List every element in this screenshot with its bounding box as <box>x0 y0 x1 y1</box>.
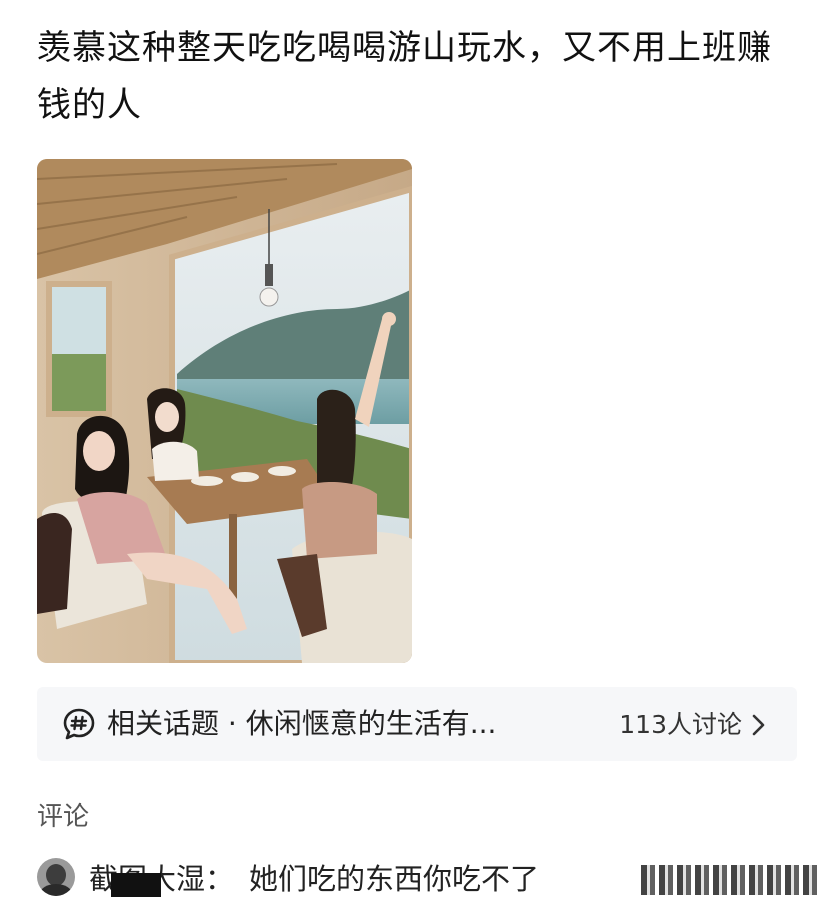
chevron-right-icon <box>752 714 765 736</box>
comment-text: 她们吃的东西你吃不了 <box>249 862 540 896</box>
discussion-count: 113人讨论 <box>619 710 742 739</box>
related-topic-bar[interactable]: 相关话题 · 休闲惬意的生活有... 113人讨论 <box>37 687 797 761</box>
comment-actions-blurred <box>641 865 817 895</box>
avatar[interactable] <box>37 858 75 896</box>
post-photo[interactable] <box>37 159 412 663</box>
comments-heading: 评论 <box>37 802 90 832</box>
comment-item[interactable]: 截图大湿： 她们吃的东西你吃不了 <box>37 855 827 905</box>
topic-title: 相关话题 · 休闲惬意的生活有... <box>107 707 497 740</box>
photo-illustration <box>37 159 412 663</box>
post-title: 羡慕这种整天吃吃喝喝游山玩水，又不用上班赚钱的人 <box>37 28 772 125</box>
hashtag-chat-icon <box>63 708 95 740</box>
redaction-block <box>111 873 161 897</box>
